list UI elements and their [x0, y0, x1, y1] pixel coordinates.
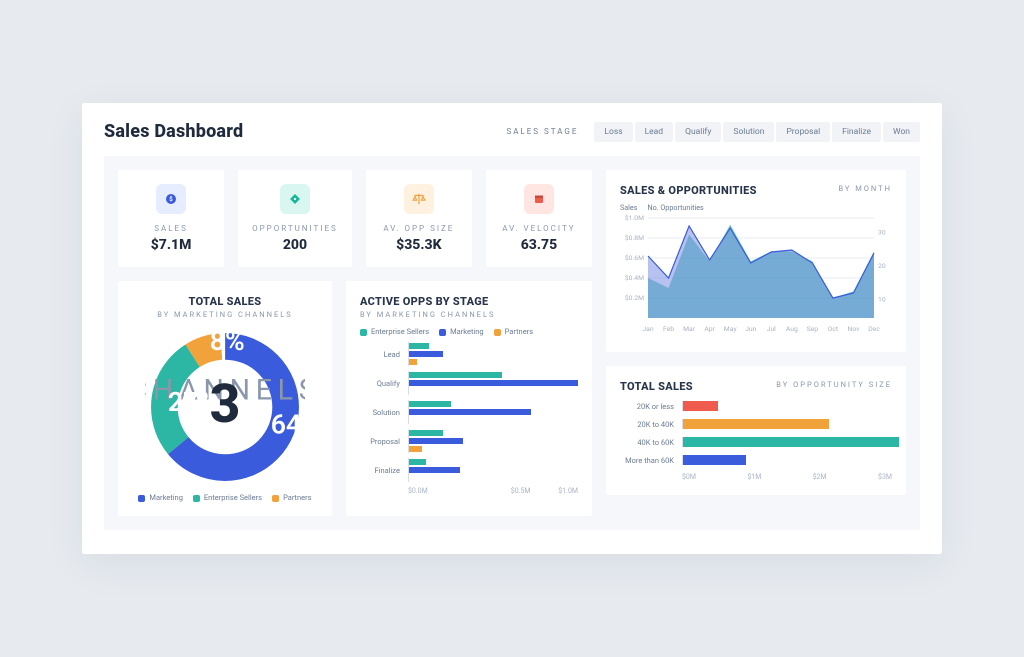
tab-proposal[interactable]: Proposal — [776, 122, 830, 142]
hbar-legend: Enterprise Sellers Marketing Partners — [360, 327, 578, 336]
legend-item: Enterprise Sellers — [360, 327, 429, 336]
legend-item: Partners — [494, 327, 533, 336]
svg-text:Feb: Feb — [663, 325, 674, 333]
section-subtitle: BY MARKETING CHANNELS — [360, 310, 578, 319]
kpi-value: $7.1M — [132, 237, 210, 253]
svg-text:Oct: Oct — [828, 325, 838, 333]
card-total-sales-opp-size[interactable]: TOTAL SALES BY OPPORTUNITY SIZE 20K or l… — [606, 366, 906, 495]
svg-text:Jun: Jun — [745, 325, 756, 333]
svg-text:Jan: Jan — [642, 325, 653, 333]
kpi-label: AV. OPP SIZE — [380, 224, 458, 233]
section-subtitle: BY MARKETING CHANNELS — [132, 310, 318, 319]
svg-text:$: $ — [169, 196, 173, 203]
svg-text:Dec: Dec — [868, 325, 880, 333]
tab-won[interactable]: Won — [883, 122, 920, 142]
section-title: ACTIVE OPPS BY STAGE — [360, 295, 578, 308]
dollar-icon: $ — [156, 184, 186, 214]
stage-filter: SALES STAGE Loss Lead Qualify Solution P… — [506, 122, 920, 142]
svg-text:Jul: Jul — [767, 325, 776, 333]
kpi-label: OPPORTUNITIES — [252, 224, 338, 233]
header: Sales Dashboard SALES STAGE Loss Lead Qu… — [104, 121, 920, 142]
svg-text:$0.8M: $0.8M — [625, 234, 644, 242]
legend-item: Marketing — [138, 493, 183, 502]
svg-text:27%: 27% — [168, 386, 218, 418]
kpi-avg-velocity[interactable]: AV. VELOCITY 63.75 — [486, 170, 592, 267]
kpi-value: $35.3K — [380, 237, 458, 253]
kpi-opportunities[interactable]: OPPORTUNITIES 200 — [238, 170, 352, 267]
svg-text:$1.0M: $1.0M — [625, 214, 644, 222]
svg-text:Aug: Aug — [786, 325, 798, 333]
svg-text:$0.2M: $0.2M — [625, 294, 644, 302]
legend-item: No. Opportunities — [647, 203, 703, 212]
svg-text:Mar: Mar — [683, 325, 696, 333]
svg-text:Nov: Nov — [847, 325, 860, 333]
svg-text:$0.6M: $0.6M — [625, 254, 644, 262]
donut-chart: CHANNELS 3 64% 27% 8% — [145, 327, 305, 487]
svg-text:20: 20 — [878, 262, 886, 270]
page-title: Sales Dashboard — [104, 121, 243, 142]
svg-text:64%: 64% — [271, 409, 305, 441]
legend-item: Partners — [272, 493, 311, 502]
section-title: TOTAL SALES — [132, 295, 318, 308]
kpi-label: AV. VELOCITY — [500, 224, 578, 233]
tab-loss[interactable]: Loss — [594, 122, 632, 142]
card-sales-opportunities[interactable]: SALES & OPPORTUNITIES BY MONTH Sales No.… — [606, 170, 906, 352]
svg-text:Sep: Sep — [807, 325, 819, 333]
x-axis: $0M $1M $2M $3M — [620, 473, 892, 481]
tab-qualify[interactable]: Qualify — [675, 122, 721, 142]
svg-text:Apr: Apr — [704, 325, 715, 333]
kpi-value: 200 — [252, 237, 338, 253]
section-title: SALES & OPPORTUNITIES — [620, 184, 757, 197]
kpi-label: SALES — [132, 224, 210, 233]
calendar-icon — [524, 184, 554, 214]
kpi-sales[interactable]: $ SALES $7.1M — [118, 170, 224, 267]
kpi-value: 63.75 — [500, 237, 578, 253]
tab-solution[interactable]: Solution — [723, 122, 774, 142]
section-title: TOTAL SALES — [620, 380, 693, 393]
section-right-label: BY OPPORTUNITY SIZE — [776, 380, 892, 389]
section-right-label: BY MONTH — [838, 184, 892, 193]
svg-text:$0.4M: $0.4M — [625, 274, 644, 282]
area-chart: $1.0M $0.8M $0.6M $0.4M $0.2M 30 20 10 Jan Feb Mar… — [620, 214, 892, 334]
card-active-opps-by-stage[interactable]: ACTIVE OPPS BY STAGE BY MARKETING CHANNE… — [346, 281, 592, 516]
stage-tabs: Loss Lead Qualify Solution Proposal Fina… — [592, 122, 920, 142]
x-axis: $0.0M $0.5M $1.0M — [360, 487, 578, 495]
stage-label: SALES STAGE — [506, 127, 578, 136]
kpi-avg-opp-size[interactable]: AV. OPP SIZE $35.3K — [366, 170, 472, 267]
legend-item: Sales — [620, 203, 637, 212]
svg-text:May: May — [724, 325, 738, 333]
area-legend: Sales No. Opportunities — [620, 203, 892, 212]
hbar-chart: LeadQualifySolutionProposalFinalize — [360, 342, 578, 482]
svg-text:10: 10 — [878, 295, 886, 303]
legend-item: Enterprise Sellers — [193, 493, 262, 502]
svg-text:30: 30 — [878, 229, 886, 237]
hbar-chart: 20K or less20K to 40K40K to 60KMore than… — [620, 401, 892, 465]
legend-item: Marketing — [439, 327, 484, 336]
donut-legend: Marketing Enterprise Sellers Partners — [138, 493, 311, 502]
tab-finalize[interactable]: Finalize — [832, 122, 881, 142]
svg-text:8%: 8% — [210, 327, 245, 357]
card-total-sales-channels[interactable]: TOTAL SALES BY MARKETING CHANNELS CHANNE… — [118, 281, 332, 516]
diamond-icon — [280, 184, 310, 214]
scale-icon — [404, 184, 434, 214]
tab-lead[interactable]: Lead — [635, 122, 674, 142]
dashboard-page: Sales Dashboard SALES STAGE Loss Lead Qu… — [82, 103, 942, 554]
